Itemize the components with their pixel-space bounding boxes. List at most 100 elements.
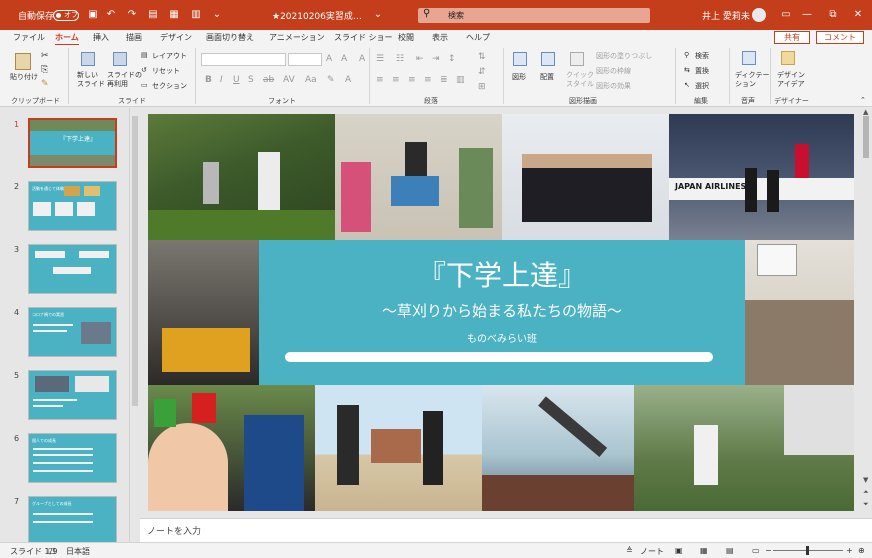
reading-view-icon[interactable]: ▤ — [726, 546, 734, 555]
notes-pane[interactable]: ノートを入力 — [140, 518, 872, 542]
slide-thumbnail-4[interactable]: コロナ禍での実習 — [28, 307, 117, 357]
font-size-combo[interactable] — [288, 53, 322, 66]
search-box[interactable]: ⚲ 検索 — [418, 8, 650, 23]
tab-home[interactable]: ホーム — [55, 32, 79, 46]
photo-classroom[interactable] — [745, 240, 854, 385]
format-painter-icon[interactable]: ✎ — [41, 79, 49, 89]
table-icon[interactable]: ▦ — [168, 9, 180, 21]
align-center-icon[interactable]: ≡ — [392, 75, 400, 85]
scroll-down-icon[interactable]: ▼ — [863, 476, 868, 484]
line-spacing-icon[interactable]: ↕ — [448, 54, 456, 64]
photo-heroes[interactable] — [148, 385, 315, 511]
tab-animations[interactable]: アニメーション — [269, 32, 325, 43]
shadow-icon[interactable]: S — [248, 75, 254, 85]
select-button[interactable]: 選択 — [695, 81, 709, 91]
shapes-label[interactable]: 図形 — [512, 72, 526, 82]
highlight-icon[interactable]: ✎ — [327, 75, 335, 85]
slide-subtitle[interactable]: ～草刈りから始まる私たちの物語～ — [259, 300, 745, 321]
zoom-out-icon[interactable]: − — [765, 546, 772, 555]
scrollbar-thumb[interactable] — [863, 116, 869, 158]
slide-scrollbar[interactable]: ▲ ▼ ⏶ ⏷ — [860, 108, 872, 512]
undo-icon[interactable]: ↶ — [105, 9, 117, 21]
italic-icon[interactable]: I — [220, 75, 223, 85]
distributed-icon[interactable]: ≣ — [440, 75, 448, 85]
tab-file[interactable]: ファイル — [13, 32, 45, 43]
change-case-icon[interactable]: Aa — [305, 75, 317, 85]
section-button[interactable]: セクション — [152, 81, 187, 91]
underline-icon[interactable]: U — [233, 75, 240, 85]
strikethrough-icon[interactable]: ab — [263, 75, 274, 85]
find-button[interactable]: 検索 — [695, 51, 709, 61]
slide-thumbnail-7[interactable]: グループとしての成長 — [28, 496, 117, 542]
reuse-slides-label[interactable]: スライドの 再利用 — [107, 71, 142, 89]
font-color-icon[interactable]: A — [345, 75, 351, 85]
avatar[interactable] — [752, 8, 766, 22]
redo-icon[interactable]: ↷ — [126, 9, 138, 21]
tab-insert[interactable]: 挿入 — [93, 32, 109, 43]
tab-review[interactable]: 校閲 — [398, 32, 414, 43]
shape-fill-button[interactable]: 図形の塗りつぶし — [596, 51, 652, 61]
quick-styles-label[interactable]: クイック スタイル — [566, 71, 594, 89]
bold-icon[interactable]: B — [205, 75, 212, 85]
ribbon-display-icon[interactable]: ▭ — [779, 8, 793, 22]
chart-icon[interactable]: ▥ — [190, 9, 202, 21]
photo-airline[interactable]: JAPAN AIRLINES — [669, 114, 854, 240]
bullets-icon[interactable]: ☰ — [376, 54, 384, 64]
close-button[interactable]: ✕ — [851, 8, 865, 22]
zoom-in-icon[interactable]: + — [846, 546, 853, 555]
arrange-label[interactable]: 配置 — [540, 72, 554, 82]
grow-font-icon[interactable]: A — [326, 54, 332, 64]
slide-thumbnail-6[interactable]: 個人での成長 — [28, 433, 117, 483]
save-icon[interactable]: ▣ — [87, 9, 99, 21]
photo-beach[interactable] — [315, 385, 482, 511]
restore-button[interactable]: ⧉ — [826, 8, 840, 22]
comment-button[interactable]: コメント — [816, 31, 864, 44]
dictate-label[interactable]: ディクテー ション — [735, 71, 770, 89]
zoom-slider-thumb[interactable] — [806, 546, 809, 555]
photo-grass-cutting[interactable] — [148, 114, 335, 240]
clear-format-icon[interactable]: A — [359, 54, 365, 64]
font-name-combo[interactable] — [201, 53, 286, 66]
photo-workshop[interactable] — [335, 114, 502, 240]
shape-effects-button[interactable]: 図形の効果 — [596, 81, 631, 91]
photo-cave[interactable] — [148, 240, 259, 385]
spellcheck-icon[interactable]: ▢ — [48, 546, 56, 555]
align-text-icon[interactable]: ⇵ — [478, 67, 486, 77]
slide-canvas[interactable]: JAPAN AIRLINES 『下学上達』 ～草刈りから始まる私たちの物語～ も… — [148, 114, 854, 511]
language-indicator[interactable]: 日本語 — [66, 546, 90, 557]
autosave-toggle[interactable]: オフ — [53, 10, 79, 21]
reset-button[interactable]: リセット — [152, 66, 180, 76]
increase-indent-icon[interactable]: ⇥ — [432, 54, 440, 64]
slide-thumbnail-2[interactable]: 活動を通じて体験 — [28, 181, 117, 231]
cut-icon[interactable]: ✂ — [41, 51, 49, 61]
align-left-icon[interactable]: ≡ — [376, 75, 384, 85]
photo-group-suits[interactable] — [502, 114, 669, 240]
photo-bridge[interactable] — [482, 385, 634, 511]
decrease-indent-icon[interactable]: ⇤ — [416, 54, 424, 64]
fit-to-window-icon[interactable]: ⊕ — [858, 546, 865, 555]
customize-qat-icon[interactable]: ⌄ — [211, 9, 223, 21]
paste-icon[interactable] — [15, 53, 31, 70]
thumbnail-scrollbar[interactable] — [129, 108, 139, 542]
design-ideas-label[interactable]: デザイン アイデア — [777, 71, 805, 89]
slide-title[interactable]: 『下学上達』 — [259, 254, 745, 294]
slide-thumbnail-5[interactable] — [28, 370, 117, 420]
columns-icon[interactable]: ▥ — [456, 75, 465, 85]
user-name[interactable]: 井上 愛莉未 — [702, 9, 750, 22]
title-placeholder[interactable]: 『下学上達』 ～草刈りから始まる私たちの物語～ ものべみらい班 — [259, 240, 745, 385]
layout-button[interactable]: レイアウト — [152, 51, 187, 61]
justify-icon[interactable]: ≡ — [424, 75, 432, 85]
shapes-icon[interactable] — [513, 52, 527, 66]
collapse-ribbon-icon[interactable]: ⌃ — [860, 96, 866, 104]
next-slide-icon[interactable]: ⏷ — [863, 500, 869, 509]
quick-styles-icon[interactable] — [570, 52, 584, 66]
text-direction-icon[interactable]: ⇅ — [478, 52, 486, 62]
new-slide-icon[interactable] — [81, 52, 95, 66]
arrange-icon[interactable] — [541, 52, 555, 66]
photo-garden[interactable] — [634, 385, 854, 511]
tab-slideshow[interactable]: スライド ショー — [334, 32, 393, 43]
tab-view[interactable]: 表示 — [432, 32, 448, 43]
normal-view-icon[interactable]: ▣ — [675, 546, 683, 555]
new-slide-label[interactable]: 新しい スライド — [77, 71, 105, 89]
char-spacing-icon[interactable]: AV — [283, 75, 295, 85]
